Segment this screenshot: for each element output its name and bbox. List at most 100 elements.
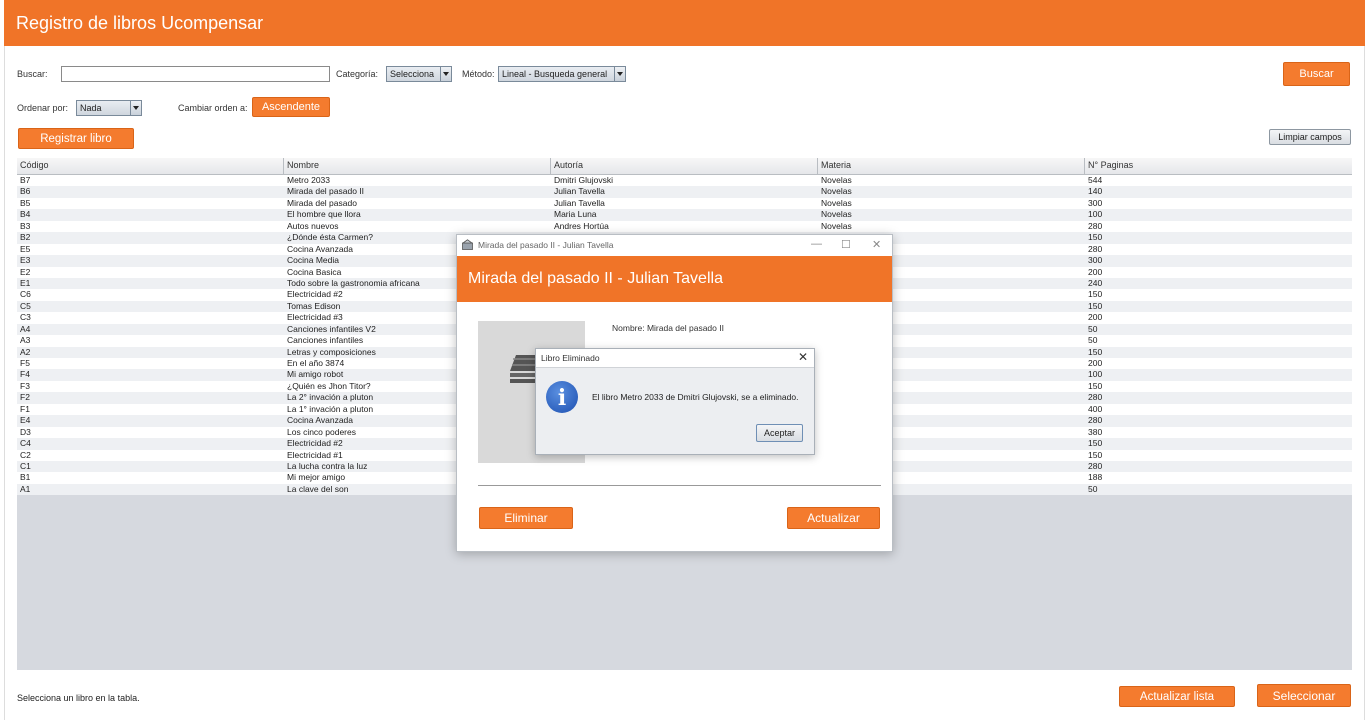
cell-name: Mi mejor amigo bbox=[287, 472, 346, 483]
cell-code: C6 bbox=[20, 289, 31, 300]
delete-button[interactable]: Eliminar bbox=[479, 507, 573, 529]
cell-code: B2 bbox=[20, 232, 31, 243]
chevron-down-icon bbox=[614, 67, 625, 81]
cell-name: Electricidad #2 bbox=[287, 289, 343, 300]
cell-subject: Novelas bbox=[821, 186, 852, 197]
maximize-icon[interactable]: ☐ bbox=[841, 238, 851, 251]
category-value: Selecciona bbox=[390, 69, 435, 79]
cell-code: F5 bbox=[20, 358, 30, 368]
cell-pages: 280 bbox=[1088, 243, 1103, 254]
message-title: Libro Eliminado bbox=[541, 353, 600, 363]
cell-author: Julian Tavella bbox=[554, 186, 605, 197]
cell-name: Metro 2033 bbox=[287, 175, 330, 185]
app-header: Registro de libros Ucompensar bbox=[4, 0, 1365, 46]
cell-pages: 50 bbox=[1088, 335, 1098, 346]
cell-name: Electricidad #2 bbox=[287, 438, 343, 449]
table-row[interactable]: B5 Mirada del pasado Julian Tavella Novelas… bbox=[17, 197, 1352, 210]
cell-pages: 150 bbox=[1088, 380, 1103, 391]
column-divider[interactable] bbox=[550, 158, 551, 174]
cell-pages: 150 bbox=[1088, 438, 1103, 449]
cell-subject: Novelas bbox=[821, 209, 852, 220]
order-label: Cambiar orden a: bbox=[178, 103, 248, 113]
column-header-pages[interactable]: N° Paginas bbox=[1088, 160, 1133, 170]
cell-code: B5 bbox=[20, 197, 31, 208]
accept-button[interactable]: Aceptar bbox=[756, 424, 803, 442]
book-name-line: Nombre: Mirada del pasado II bbox=[612, 323, 724, 333]
table-row[interactable]: B4 El hombre que llora Maria Luna Novelas 10… bbox=[17, 209, 1352, 221]
table-header: Código Nombre Autoría Materia N° Paginas bbox=[17, 158, 1352, 175]
category-label: Categoría: bbox=[336, 69, 379, 79]
cell-pages: 100 bbox=[1088, 369, 1103, 380]
cell-pages: 300 bbox=[1088, 197, 1103, 208]
cell-code: B7 bbox=[20, 175, 31, 185]
cell-code: C5 bbox=[20, 300, 31, 311]
register-book-button[interactable]: Registrar libro bbox=[18, 128, 134, 149]
cell-pages: 280 bbox=[1088, 460, 1103, 471]
cell-code: B4 bbox=[20, 209, 31, 220]
cell-pages: 188 bbox=[1088, 472, 1103, 483]
cell-name: Los cinco poderes bbox=[287, 426, 356, 437]
app-title: Registro de libros Ucompensar bbox=[16, 13, 264, 33]
cell-code: E4 bbox=[20, 415, 31, 426]
cell-name: La lucha contra la luz bbox=[287, 460, 368, 471]
method-label: Método: bbox=[462, 69, 495, 79]
cell-pages: 50 bbox=[1088, 483, 1098, 494]
cell-name: Autos nuevos bbox=[287, 220, 339, 231]
close-icon[interactable]: ✕ bbox=[872, 238, 881, 251]
cell-name: La 2° invación a pluton bbox=[287, 392, 374, 403]
search-input[interactable] bbox=[61, 66, 330, 82]
table-row[interactable]: B3 Autos nuevos Andres Hortúa Novelas 280 bbox=[17, 220, 1352, 233]
refresh-list-button[interactable]: Actualizar lista bbox=[1119, 686, 1235, 707]
sort-value: Nada bbox=[80, 103, 102, 113]
sort-label: Ordenar por: bbox=[17, 103, 69, 113]
table-row[interactable]: B7 Metro 2033 Dmitri Glujovski Novelas 544 bbox=[17, 175, 1352, 187]
sort-select[interactable]: Nada bbox=[76, 100, 142, 116]
table-row[interactable]: B6 Mirada del pasado II Julian Tavella Nove… bbox=[17, 186, 1352, 198]
cell-code: A4 bbox=[20, 323, 31, 334]
method-select[interactable]: Lineal - Busqueda general bbox=[498, 66, 626, 82]
column-header-author[interactable]: Autoría bbox=[554, 160, 583, 170]
order-toggle-button[interactable]: Ascendente bbox=[252, 97, 330, 117]
close-icon[interactable]: ✕ bbox=[798, 350, 808, 364]
cell-pages: 150 bbox=[1088, 300, 1103, 311]
column-header-subject[interactable]: Materia bbox=[821, 160, 851, 170]
cell-pages: 140 bbox=[1088, 186, 1103, 197]
cell-name: La 1° invación a pluton bbox=[287, 403, 374, 414]
column-header-name[interactable]: Nombre bbox=[287, 160, 319, 170]
cell-name: ¿Dónde ésta Carmen? bbox=[287, 232, 373, 243]
message-titlebar[interactable]: Libro Eliminado ✕ bbox=[536, 349, 814, 368]
cell-code: E2 bbox=[20, 266, 31, 277]
cell-pages: 380 bbox=[1088, 426, 1103, 437]
dialog-header: Mirada del pasado II - Julian Tavella bbox=[457, 256, 892, 302]
cell-code: A2 bbox=[20, 346, 31, 357]
cell-pages: 280 bbox=[1088, 220, 1103, 231]
dialog-window-title: Mirada del pasado II - Julian Tavella bbox=[478, 240, 614, 250]
select-button[interactable]: Seleccionar bbox=[1257, 684, 1351, 707]
update-button[interactable]: Actualizar bbox=[787, 507, 880, 529]
search-button[interactable]: Buscar bbox=[1283, 62, 1350, 86]
cell-pages: 50 bbox=[1088, 323, 1098, 334]
chevron-down-icon bbox=[440, 67, 451, 81]
clear-fields-button[interactable]: Limpiar campos bbox=[1269, 129, 1351, 145]
cell-pages: 100 bbox=[1088, 209, 1103, 220]
cell-pages: 150 bbox=[1088, 232, 1103, 243]
cell-pages: 150 bbox=[1088, 449, 1103, 460]
cell-subject: Novelas bbox=[821, 197, 852, 208]
minimize-icon[interactable]: — bbox=[811, 238, 822, 250]
column-divider[interactable] bbox=[283, 158, 284, 174]
category-select[interactable]: Selecciona bbox=[386, 66, 452, 82]
cell-code: E1 bbox=[20, 277, 31, 288]
status-text: Selecciona un libro en la tabla. bbox=[17, 693, 140, 703]
cell-pages: 200 bbox=[1088, 358, 1103, 368]
cell-author: Julian Tavella bbox=[554, 197, 605, 208]
dialog-titlebar[interactable]: Mirada del pasado II - Julian Tavella — … bbox=[457, 235, 892, 255]
cell-code: B6 bbox=[20, 186, 31, 197]
cell-name: Electricidad #3 bbox=[287, 312, 343, 323]
cell-name: Mi amigo robot bbox=[287, 369, 344, 380]
cell-name: Cocina Media bbox=[287, 255, 339, 266]
column-header-code[interactable]: Código bbox=[20, 160, 49, 170]
column-divider[interactable] bbox=[817, 158, 818, 174]
column-divider[interactable] bbox=[1084, 158, 1085, 174]
cell-name: Mirada del pasado bbox=[287, 197, 357, 208]
cell-subject: Novelas bbox=[821, 175, 852, 185]
